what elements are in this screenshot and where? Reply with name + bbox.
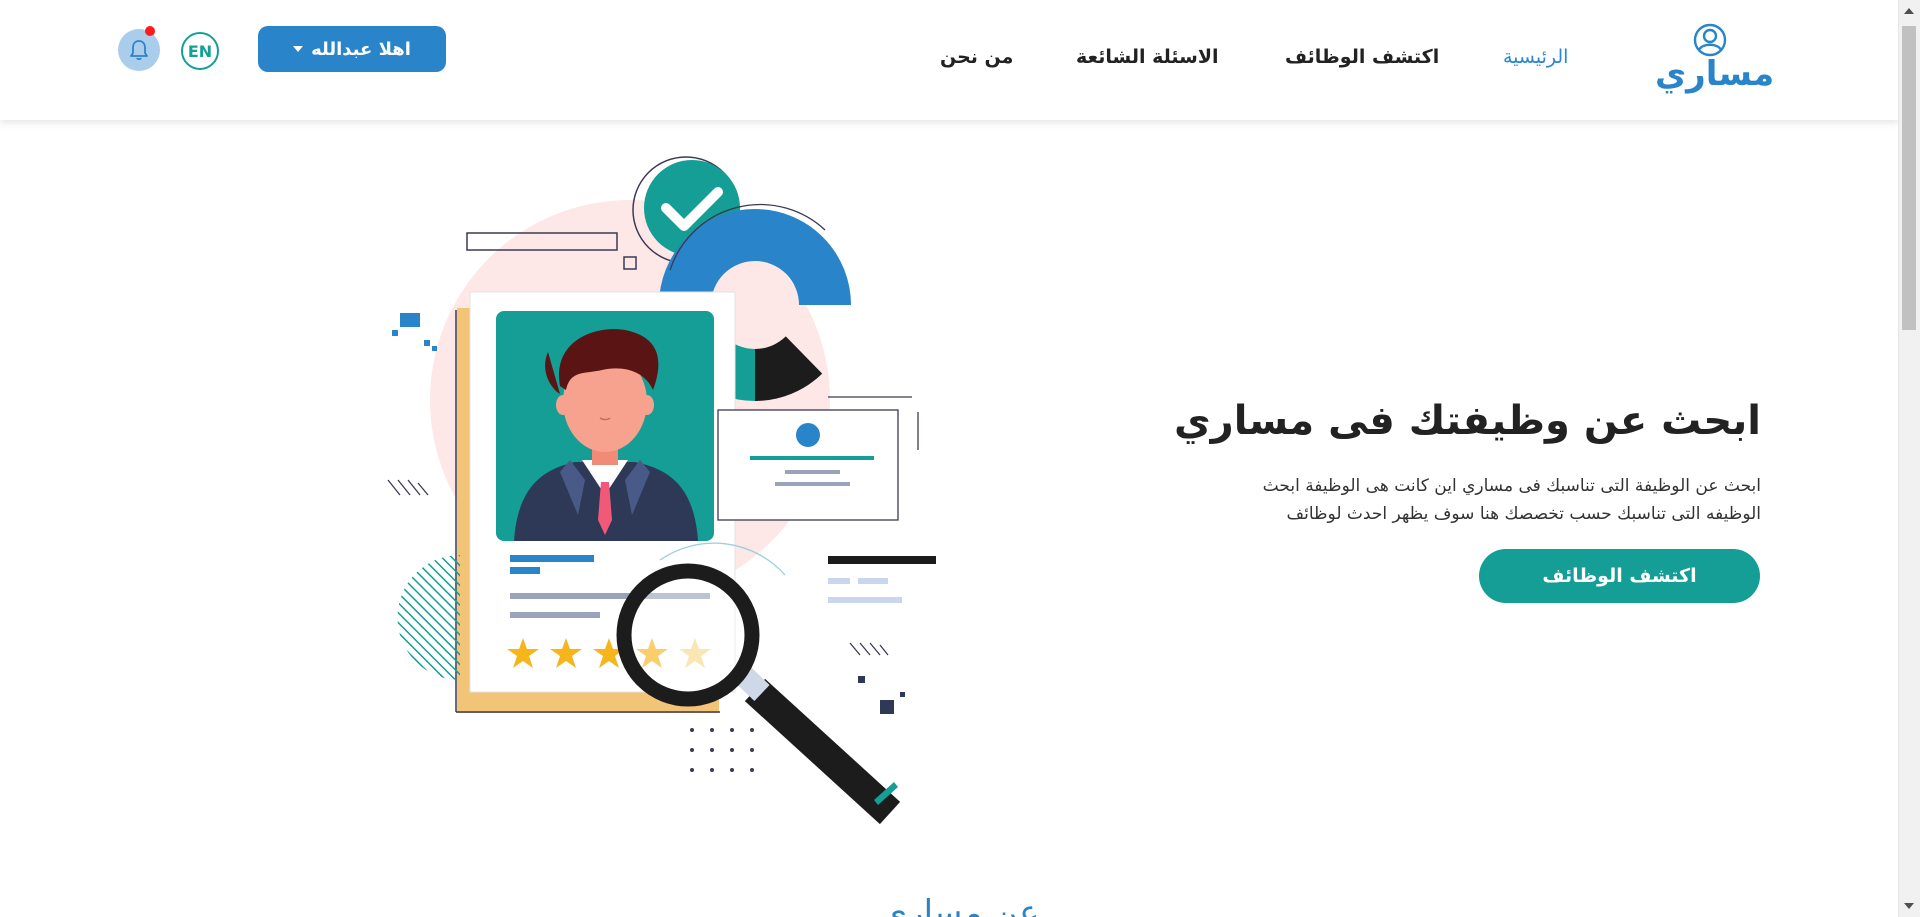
user-greeting: اهلا عبدالله bbox=[311, 38, 411, 60]
scrollbar-thumb[interactable] bbox=[1902, 26, 1916, 330]
discover-jobs-button[interactable]: اكتشف الوظائف bbox=[1479, 549, 1760, 603]
nav-home[interactable]: الرئيسية bbox=[1503, 46, 1568, 68]
nav-faq[interactable]: الاسئلة الشائعة bbox=[1076, 46, 1219, 68]
scroll-down-icon[interactable] bbox=[1904, 903, 1914, 909]
hero-illustration bbox=[387, 156, 936, 825]
notifications-button[interactable] bbox=[118, 29, 160, 71]
notification-dot bbox=[145, 26, 155, 36]
about-section-title: عن مساري bbox=[880, 893, 1040, 917]
user-menu-button[interactable]: اهلا عبدالله bbox=[258, 26, 446, 72]
hero-title: ابحث عن وظيفتك فى مساري bbox=[1174, 398, 1761, 444]
page: مساري الرئيسية اكتشف الوظائف الاسئلة الش… bbox=[0, 0, 1899, 917]
bell-icon bbox=[130, 40, 148, 61]
nav-discover-jobs[interactable]: اكتشف الوظائف bbox=[1285, 46, 1439, 68]
navbar: مساري الرئيسية اكتشف الوظائف الاسئلة الش… bbox=[0, 0, 1899, 120]
nav-about-us[interactable]: من نحن bbox=[940, 46, 1013, 68]
language-toggle[interactable]: EN bbox=[181, 32, 219, 70]
brand-name: مساري bbox=[1655, 54, 1775, 94]
hero-description: ابحث عن الوظيفة التى تناسبك فى مساري اين… bbox=[1262, 476, 1761, 524]
page-scrollbar[interactable] bbox=[1898, 0, 1920, 917]
scroll-up-icon[interactable] bbox=[1904, 8, 1914, 14]
caret-down-icon bbox=[293, 46, 304, 52]
brand-logo[interactable]: مساري bbox=[1655, 20, 1775, 100]
